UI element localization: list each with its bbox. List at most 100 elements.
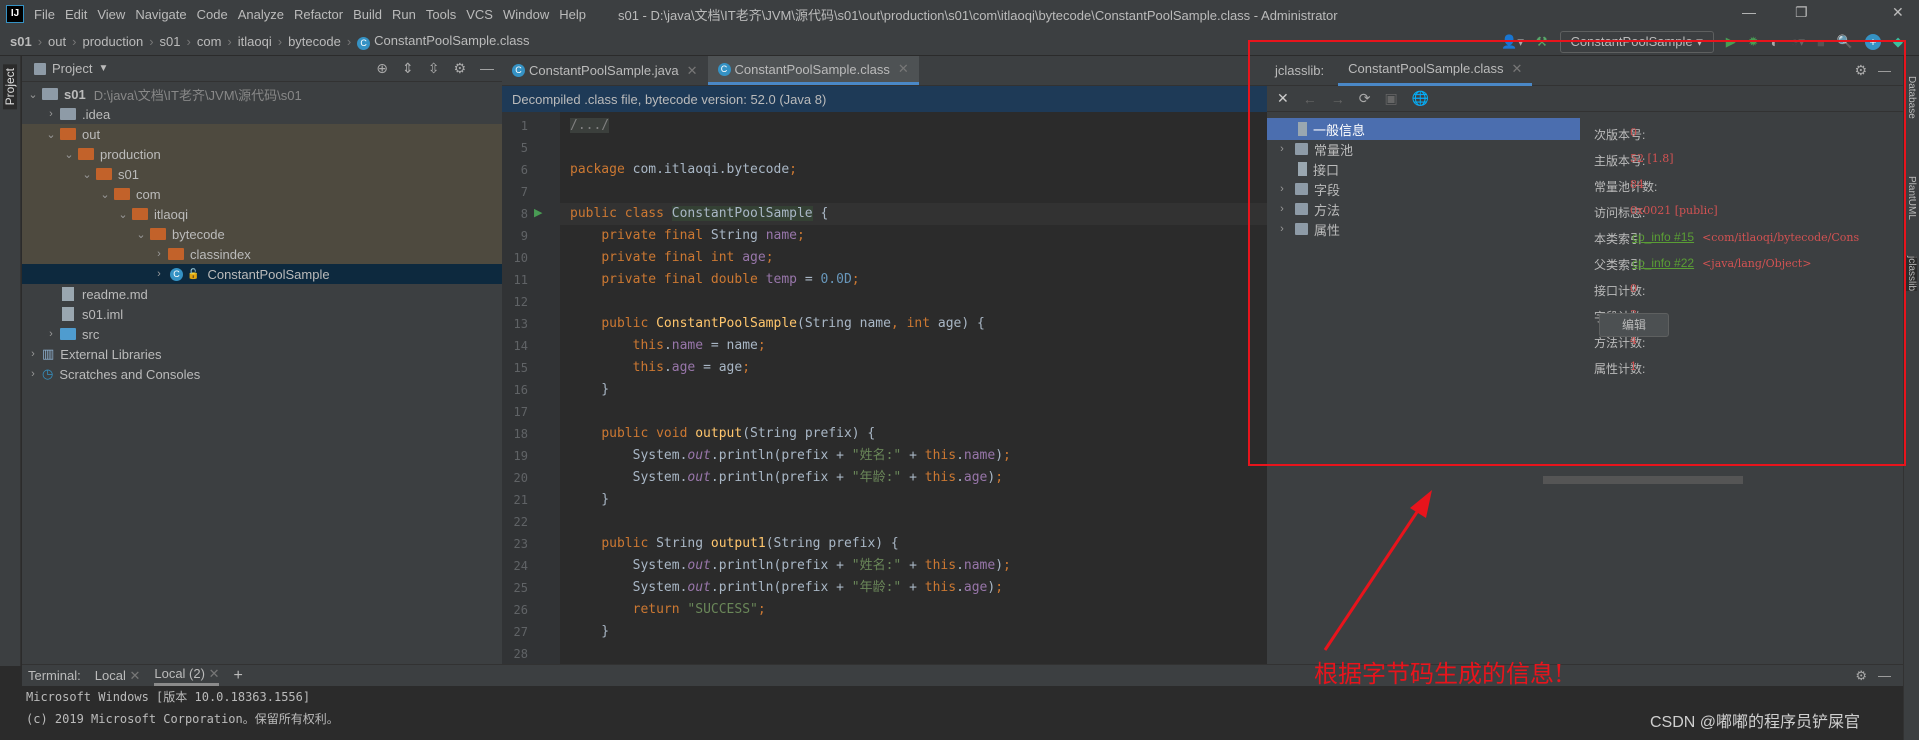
jclasslib-tool-button[interactable]: jclasslib [1906, 256, 1917, 292]
breadcrumb-item[interactable]: com [197, 34, 222, 49]
build-hammer-icon[interactable]: ⚒ [1536, 34, 1548, 50]
chevron-right-icon[interactable]: › [26, 368, 40, 380]
stop-icon[interactable]: ■ [1817, 35, 1825, 50]
new-terminal-button[interactable]: + [233, 667, 242, 685]
chevron-down-icon[interactable]: ⌄ [44, 128, 58, 141]
menu-build[interactable]: Build [353, 7, 382, 22]
restore-button[interactable]: ❐ [1795, 4, 1808, 21]
tree-item[interactable]: › .idea [22, 104, 502, 124]
database-tool-button[interactable]: Database [1906, 76, 1917, 119]
user-icon[interactable]: 👤▾ [1501, 34, 1524, 50]
forward-icon[interactable]: → [1331, 91, 1345, 107]
tree-item[interactable]: readme.md [22, 284, 502, 304]
cp-info-link[interactable]: cp_info #15 [1632, 230, 1694, 244]
chevron-right-icon[interactable]: › [1275, 183, 1289, 195]
close-window-button[interactable]: ✕ [1892, 4, 1904, 21]
hide-icon[interactable]: — [1878, 63, 1891, 78]
plugin-icon[interactable]: ◆ [1893, 34, 1903, 50]
tree-item[interactable]: › C 🔓 ConstantPoolSample [22, 264, 502, 284]
chevron-right-icon[interactable]: › [152, 248, 166, 260]
jclasslib-tree-item[interactable]: 一般信息 [1267, 118, 1580, 140]
menu-analyze[interactable]: Analyze [238, 7, 284, 22]
code-area[interactable]: /.../ package com.itlaoqi.bytecode; public… [560, 112, 1267, 666]
jclasslib-tree-item[interactable]: 接口 [1267, 158, 1580, 180]
breadcrumb-item[interactable]: out [48, 34, 66, 49]
menu-file[interactable]: File [34, 7, 55, 22]
back-icon[interactable]: ← [1303, 91, 1317, 107]
close-tab-icon[interactable]: ✕ [687, 63, 698, 79]
tree-item[interactable]: › src [22, 324, 502, 344]
tree-item[interactable]: ⌄ com [22, 184, 502, 204]
coverage-icon[interactable]: ◐ [1771, 35, 1779, 50]
breadcrumb-item[interactable]: s01 [160, 34, 181, 49]
tree-item[interactable]: ⌄ production [22, 144, 502, 164]
run-icon[interactable]: ▶ [1726, 34, 1736, 50]
close-tab-icon[interactable]: ✕ [1511, 61, 1522, 76]
menu-window[interactable]: Window [503, 7, 549, 22]
menu-view[interactable]: View [97, 7, 125, 22]
profile-icon[interactable]: ◔▾ [1791, 34, 1805, 50]
chevron-down-icon[interactable]: ⌄ [116, 208, 130, 221]
chevron-down-icon[interactable]: ⌄ [80, 168, 94, 181]
breadcrumb-item[interactable]: itlaoqi [238, 34, 272, 49]
tab-constantpoolsample-class[interactable]: C ConstantPoolSample.class ✕ [707, 56, 919, 85]
menu-vcs[interactable]: VCS [466, 7, 493, 22]
menu-help[interactable]: Help [559, 7, 586, 22]
project-view-select[interactable]: Project [52, 61, 92, 76]
tree-item[interactable]: ⌄ s01 [22, 164, 502, 184]
tree-item[interactable]: › classindex [22, 244, 502, 264]
gear-icon[interactable]: ⚙ [453, 60, 466, 77]
save-icon[interactable]: ▣ [1384, 90, 1397, 107]
tree-item[interactable]: ⌄ itlaoqi [22, 204, 502, 224]
breadcrumb-item[interactable]: C ConstantPoolSample.class [357, 33, 530, 50]
hide-icon[interactable]: — [480, 60, 494, 77]
menu-code[interactable]: Code [197, 7, 228, 22]
tab-constantpoolsample-java[interactable]: C ConstantPoolSample.java ✕ [502, 56, 708, 85]
tree-item[interactable]: › ▥ External Libraries [22, 344, 502, 364]
jclasslib-tree-item[interactable]: › 属性 [1267, 218, 1580, 240]
chevron-down-icon[interactable]: ⌄ [98, 188, 112, 201]
menu-edit[interactable]: Edit [65, 7, 87, 22]
collapse-all-icon[interactable]: ⇳ [428, 60, 440, 77]
menu-navigate[interactable]: Navigate [135, 7, 186, 22]
chevron-right-icon[interactable]: › [1275, 223, 1289, 235]
horizontal-scrollbar[interactable] [1543, 476, 1743, 484]
update-icon[interactable]: + [1865, 34, 1881, 50]
gear-icon[interactable]: ⚙ [1855, 668, 1867, 684]
tree-item[interactable]: s01.iml [22, 304, 502, 324]
jclasslib-tree-item[interactable]: › 字段 [1267, 178, 1580, 200]
close-icon[interactable]: ✕ [1277, 90, 1289, 107]
close-tab-icon[interactable]: ✕ [898, 61, 909, 77]
chevron-down-icon[interactable]: ⌄ [62, 148, 76, 161]
chevron-right-icon[interactable]: › [26, 348, 40, 360]
chevron-right-icon[interactable]: › [1275, 143, 1289, 155]
chevron-right-icon[interactable]: › [152, 268, 166, 280]
jclasslib-tab[interactable]: ConstantPoolSample.class ✕ [1338, 55, 1533, 86]
search-icon[interactable]: 🔍 [1837, 34, 1853, 50]
chevron-down-icon[interactable]: ⌄ [134, 228, 148, 241]
breadcrumb-item[interactable]: bytecode [288, 34, 341, 49]
plantuml-tool-button[interactable]: PlantUML [1906, 176, 1917, 220]
chevron-right-icon[interactable]: › [1275, 203, 1289, 215]
chevron-down-icon[interactable]: ▼ [98, 63, 108, 74]
web-icon[interactable]: 🌐 [1412, 90, 1429, 107]
terminal-line[interactable]: (c) 2019 Microsoft Corporation。保留所有权利。 [22, 708, 1903, 730]
chevron-down-icon[interactable]: ⌄ [26, 88, 40, 101]
breadcrumb-item[interactable]: s01 [10, 34, 32, 49]
tree-item[interactable]: ⌄ out [22, 124, 502, 144]
run-gutter-icon[interactable]: ▶ [534, 206, 542, 219]
terminal-tab-local-2[interactable]: Local (2) ✕ [154, 666, 220, 686]
terminal-tab-local[interactable]: Local ✕ [95, 668, 141, 684]
edit-button[interactable]: 编辑 [1599, 313, 1669, 337]
close-tab-icon[interactable]: ✕ [129, 668, 140, 683]
chevron-right-icon[interactable]: › [44, 328, 58, 340]
project-tool-button[interactable]: Project [3, 64, 17, 110]
cp-info-link[interactable]: cp_info #22 [1632, 256, 1694, 270]
expand-all-icon[interactable]: ⇕ [402, 60, 414, 77]
run-configuration-select[interactable]: ConstantPoolSample ▾ [1559, 31, 1714, 53]
hide-icon[interactable]: — [1878, 668, 1891, 683]
jclasslib-tree-item[interactable]: › 常量池 [1267, 138, 1580, 160]
debug-icon[interactable]: ✹ [1748, 34, 1759, 50]
menu-refactor[interactable]: Refactor [294, 7, 343, 22]
tree-item[interactable]: ⌄ s01 D:\java\文档\IT老齐\JVM\源代码\s01 [22, 84, 502, 104]
